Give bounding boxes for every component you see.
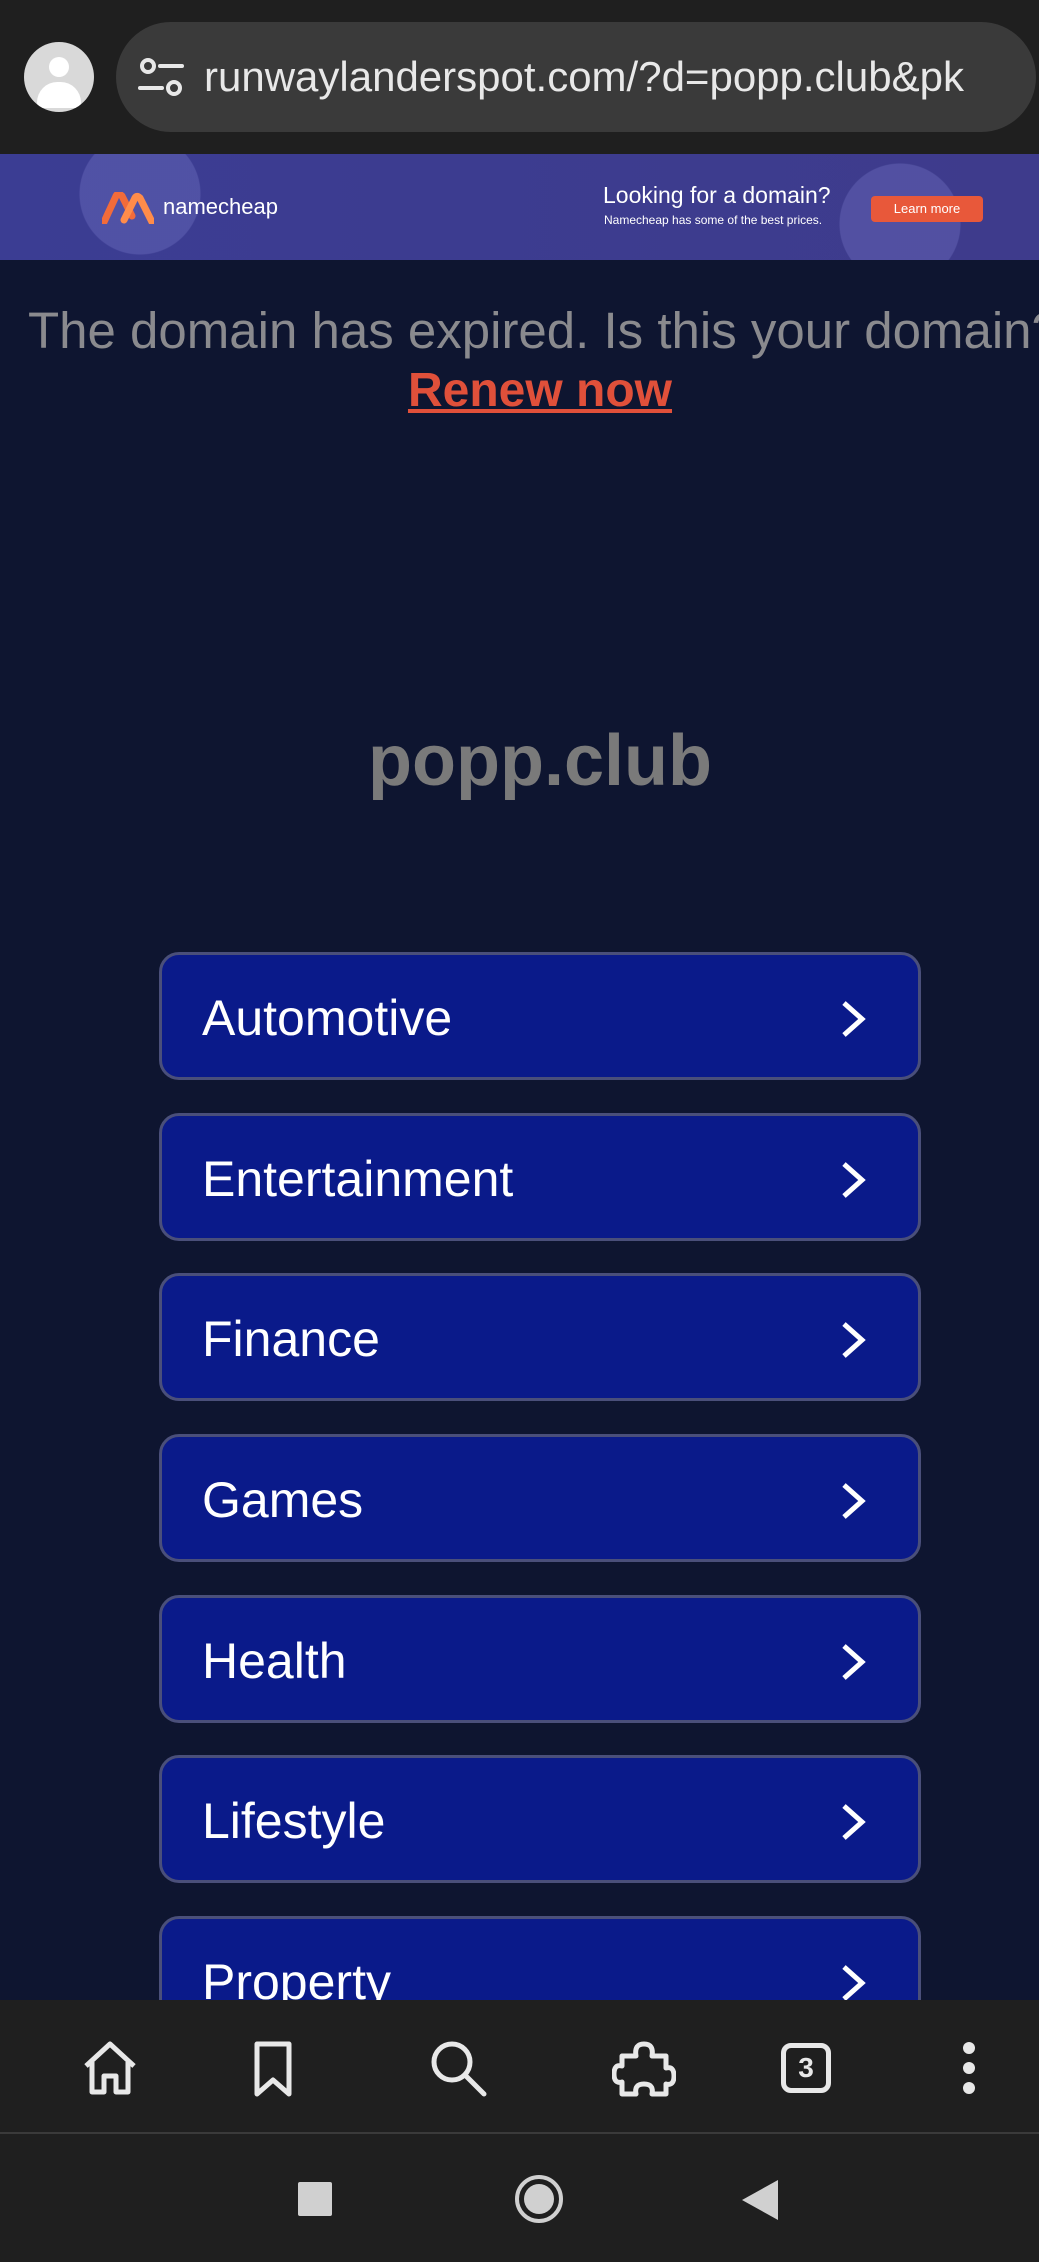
more-icon[interactable] — [937, 2036, 1001, 2100]
renew-container: Renew now — [0, 360, 1039, 422]
expired-notice: The domain has expired. Is this your dom… — [28, 302, 1039, 359]
category-label: Entertainment — [202, 1151, 514, 1207]
category-lifestyle-button[interactable]: Lifestyle — [159, 1755, 921, 1883]
system-home-icon[interactable] — [514, 2174, 564, 2224]
url-text[interactable]: runwaylanderspot.com/?d=popp.club&pk — [204, 52, 964, 102]
ad-banner[interactable]: namecheap Looking for a domain? Namechea… — [0, 154, 1039, 260]
category-finance-button[interactable]: Finance — [159, 1273, 921, 1401]
ad-title: Looking for a domain? — [603, 182, 831, 208]
site-settings-icon[interactable] — [136, 54, 186, 100]
category-games-button[interactable]: Games — [159, 1434, 921, 1562]
category-entertainment-button[interactable]: Entertainment — [159, 1113, 921, 1241]
chevron-right-icon — [842, 1322, 866, 1358]
address-bar[interactable]: runwaylanderspot.com/?d=popp.club&pk — [116, 22, 1036, 132]
category-health-button[interactable]: Health — [159, 1595, 921, 1723]
ad-brand: namecheap — [163, 194, 278, 219]
avatar-body — [37, 82, 81, 108]
ad-subtitle: Namecheap has some of the best prices. — [604, 213, 823, 227]
profile-avatar[interactable] — [24, 42, 94, 112]
tabs-icon[interactable]: 3 — [781, 2043, 831, 2093]
category-label: Finance — [202, 1311, 380, 1367]
category-automotive-button[interactable]: Automotive — [159, 952, 921, 1080]
extensions-icon[interactable] — [612, 2036, 676, 2100]
chevron-right-icon — [842, 1483, 866, 1519]
chevron-right-icon — [842, 1162, 866, 1198]
ad-learn-more-button[interactable]: Learn more — [871, 196, 983, 222]
category-label: Health — [202, 1633, 347, 1689]
back-icon[interactable] — [742, 2180, 778, 2220]
home-icon[interactable] — [78, 2036, 142, 2100]
chevron-right-icon — [842, 1965, 866, 2001]
system-nav-bar — [0, 2134, 1039, 2262]
category-label: Lifestyle — [202, 1793, 386, 1849]
category-label: Games — [202, 1472, 364, 1528]
namecheap-logo-icon — [102, 192, 154, 224]
search-icon[interactable] — [426, 2036, 490, 2100]
renew-now-link[interactable]: Renew now — [408, 364, 672, 417]
site-title: popp.club — [368, 721, 712, 801]
recents-icon[interactable] — [298, 2182, 332, 2216]
chevron-right-icon — [842, 1804, 866, 1840]
browser-toolbar: runwaylanderspot.com/?d=popp.club&pk — [0, 0, 1039, 154]
browser-bottom-nav: 3 — [0, 2000, 1039, 2134]
chevron-right-icon — [842, 1644, 866, 1680]
chevron-right-icon — [842, 1001, 866, 1037]
bookmark-icon[interactable] — [241, 2036, 305, 2100]
category-label: Automotive — [202, 990, 453, 1046]
avatar-head — [49, 57, 69, 77]
page: runwaylanderspot.com/?d=popp.club&pk nam… — [0, 0, 1039, 2262]
